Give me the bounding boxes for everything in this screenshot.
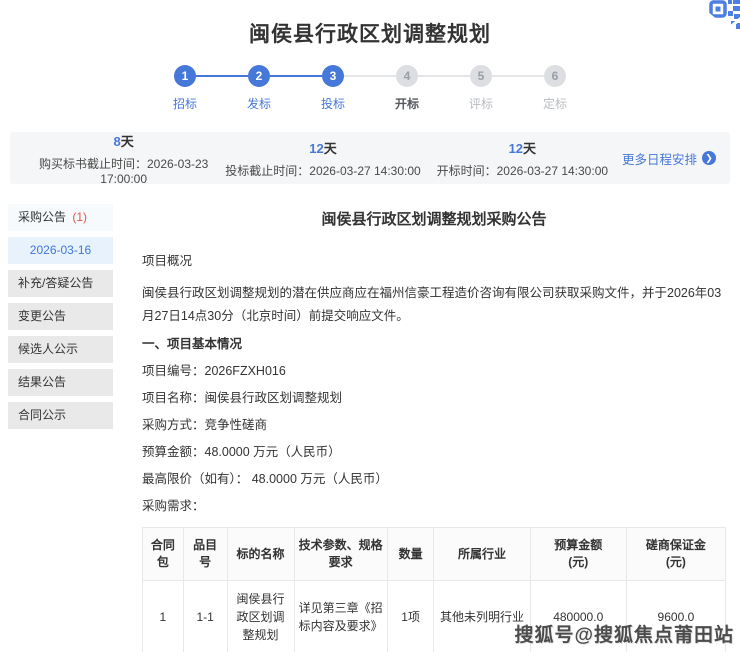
- sidebar-item-label: 采购公告: [18, 210, 66, 224]
- deadline-label: 开标时间：: [437, 164, 497, 178]
- stepper-track: 1 2 3 4 5 6: [174, 65, 566, 87]
- qr-code-corner: [694, 0, 740, 32]
- schedule-item-purchase-deadline: 8天 购买标书截止时间：2026-03-23 17:00:00: [24, 131, 223, 186]
- deadline-label: 投标截止时间：: [225, 164, 309, 178]
- sidebar-item-announcement-date[interactable]: 2026-03-16: [8, 237, 113, 264]
- watermark-sohu: 搜狐号@搜狐焦点莆田站: [514, 620, 734, 647]
- overview-text: 闽侯县行政区划调整规划的潜在供应商应在福州信豪工程造价咨询有限公司获取采购文件，…: [142, 282, 726, 328]
- announcement-count-badge: (1): [72, 210, 87, 224]
- schedule-bar: 8天 购买标书截止时间：2026-03-23 17:00:00 12天 投标截止…: [10, 132, 730, 184]
- sidebar-item-label: 合同公示: [18, 408, 66, 422]
- step-connector: [418, 75, 470, 77]
- step-connector: [492, 75, 544, 77]
- overview-heading: 项目概况: [142, 255, 726, 268]
- step-node-3[interactable]: 3: [322, 65, 344, 87]
- step-label-zhaobiao: 招标: [148, 95, 222, 112]
- announcement-title: 闽侯县行政区划调整规划采购公告: [142, 208, 726, 229]
- sidebar-item-procurement-announcement[interactable]: 采购公告 (1): [8, 204, 113, 231]
- sidebar: 采购公告 (1) 2026-03-16 补充/答疑公告 变更公告 候选人公示 结…: [8, 204, 113, 652]
- days-remaining: 8天: [24, 131, 223, 150]
- more-schedule-label: 更多日程安排: [622, 149, 697, 168]
- step-label-pingbiao: 评标: [444, 95, 518, 112]
- main-content: 闽侯县行政区划调整规划采购公告 项目概况 闽侯县行政区划调整规划的潜在供应商应在…: [142, 204, 726, 652]
- step-label-fabiao: 发标: [222, 95, 296, 112]
- col-tech-specs: 技术参数、规格要求: [294, 528, 387, 581]
- step-label-dingbiao: 定标: [518, 95, 592, 112]
- days-unit: 天: [523, 141, 536, 156]
- step-connector: [196, 75, 248, 77]
- step-connector: [270, 75, 322, 77]
- sidebar-item-label: 变更公告: [18, 309, 66, 323]
- schedule-item-bid-deadline: 12天 投标截止时间：2026-03-27 14:30:00: [223, 138, 422, 179]
- deadline-time: 2026-03-27 14:30:00: [497, 164, 608, 178]
- step-connector: [344, 75, 396, 77]
- field-procurement-demand: 采购需求：: [142, 500, 726, 513]
- page-title: 闽侯县行政区划调整规划: [0, 0, 740, 48]
- step-label-toubiao: 投标: [296, 95, 370, 112]
- field-project-name: 项目名称：闽侯县行政区划调整规划: [142, 392, 726, 405]
- days-number: 12: [309, 141, 323, 156]
- sidebar-item-result-announcement[interactable]: 结果公告: [8, 369, 113, 396]
- content-row: 采购公告 (1) 2026-03-16 补充/答疑公告 变更公告 候选人公示 结…: [0, 204, 740, 652]
- col-industry: 所属行业: [434, 528, 530, 581]
- deadline-time: 2026-03-27 14:30:00: [309, 164, 420, 178]
- days-remaining: 12天: [223, 138, 422, 157]
- col-budget-amount: 预算金额(元): [530, 528, 626, 581]
- sidebar-item-supplement-qa[interactable]: 补充/答疑公告: [8, 270, 113, 297]
- arrow-right-icon: [702, 151, 716, 165]
- col-deposit: 磋商保证金(元): [626, 528, 725, 581]
- field-project-number: 项目编号：2026FZXH016: [142, 365, 726, 378]
- days-unit: 天: [121, 134, 134, 149]
- schedule-item-opening-time: 12天 开标时间：2026-03-27 14:30:00: [423, 138, 622, 179]
- field-budget-amount: 预算金额：48.0000 万元（人民币）: [142, 446, 726, 459]
- step-node-6[interactable]: 6: [544, 65, 566, 87]
- cell-item-number: 1-1: [183, 581, 227, 652]
- days-number: 8: [114, 134, 121, 149]
- col-contract-package: 合同包: [143, 528, 184, 581]
- stepper: 1 2 3 4 5 6 招标 发标 投标 开标 评标 定标: [174, 65, 566, 112]
- field-procurement-method: 采购方式：竞争性磋商: [142, 419, 726, 432]
- step-node-5[interactable]: 5: [470, 65, 492, 87]
- deadline-label: 购买标书截止时间：: [39, 157, 147, 171]
- cell-quantity: 1项: [387, 581, 434, 652]
- col-subject-name: 标的名称: [227, 528, 294, 581]
- cell-subject-name: 闽侯县行政区划调整规划: [227, 581, 294, 652]
- days-remaining: 12天: [423, 138, 622, 157]
- sidebar-item-candidate-publicity[interactable]: 候选人公示: [8, 336, 113, 363]
- deadline-text: 开标时间：2026-03-27 14:30:00: [423, 162, 622, 179]
- sidebar-item-label: 结果公告: [18, 375, 66, 389]
- field-max-price: 最高限价（如有）： 48.0000 万元（人民币）: [142, 473, 726, 486]
- sidebar-item-contract-publicity[interactable]: 合同公示: [8, 402, 113, 429]
- sidebar-item-label: 候选人公示: [18, 342, 78, 356]
- cell-tech-specs: 详见第三章《招标内容及要求》: [294, 581, 387, 652]
- step-label-kaibiao: 开标: [370, 95, 444, 112]
- sidebar-date-label: 2026-03-16: [30, 243, 91, 257]
- page: 闽侯县行政区划调整规划 1 2 3 4 5 6 招标 发标 投标 开标 评标 定…: [0, 0, 740, 652]
- sidebar-item-label: 补充/答疑公告: [18, 276, 93, 290]
- deadline-text: 投标截止时间：2026-03-27 14:30:00: [223, 162, 422, 179]
- step-node-4[interactable]: 4: [396, 65, 418, 87]
- days-unit: 天: [324, 141, 337, 156]
- section1-heading: 一、项目基本情况: [142, 338, 726, 351]
- sidebar-item-change-announcement[interactable]: 变更公告: [8, 303, 113, 330]
- stepper-labels: 招标 发标 投标 开标 评标 定标: [148, 95, 592, 112]
- step-node-1[interactable]: 1: [174, 65, 196, 87]
- table-header-row: 合同包 品目号 标的名称 技术参数、规格要求 数量 所属行业 预算金额(元) 磋…: [143, 528, 726, 581]
- col-item-number: 品目号: [183, 528, 227, 581]
- more-schedule-link[interactable]: 更多日程安排: [622, 149, 716, 168]
- deadline-text: 购买标书截止时间：2026-03-23 17:00:00: [24, 155, 223, 186]
- col-quantity: 数量: [387, 528, 434, 581]
- cell-contract-package: 1: [143, 581, 184, 652]
- step-node-2[interactable]: 2: [248, 65, 270, 87]
- days-number: 12: [509, 141, 523, 156]
